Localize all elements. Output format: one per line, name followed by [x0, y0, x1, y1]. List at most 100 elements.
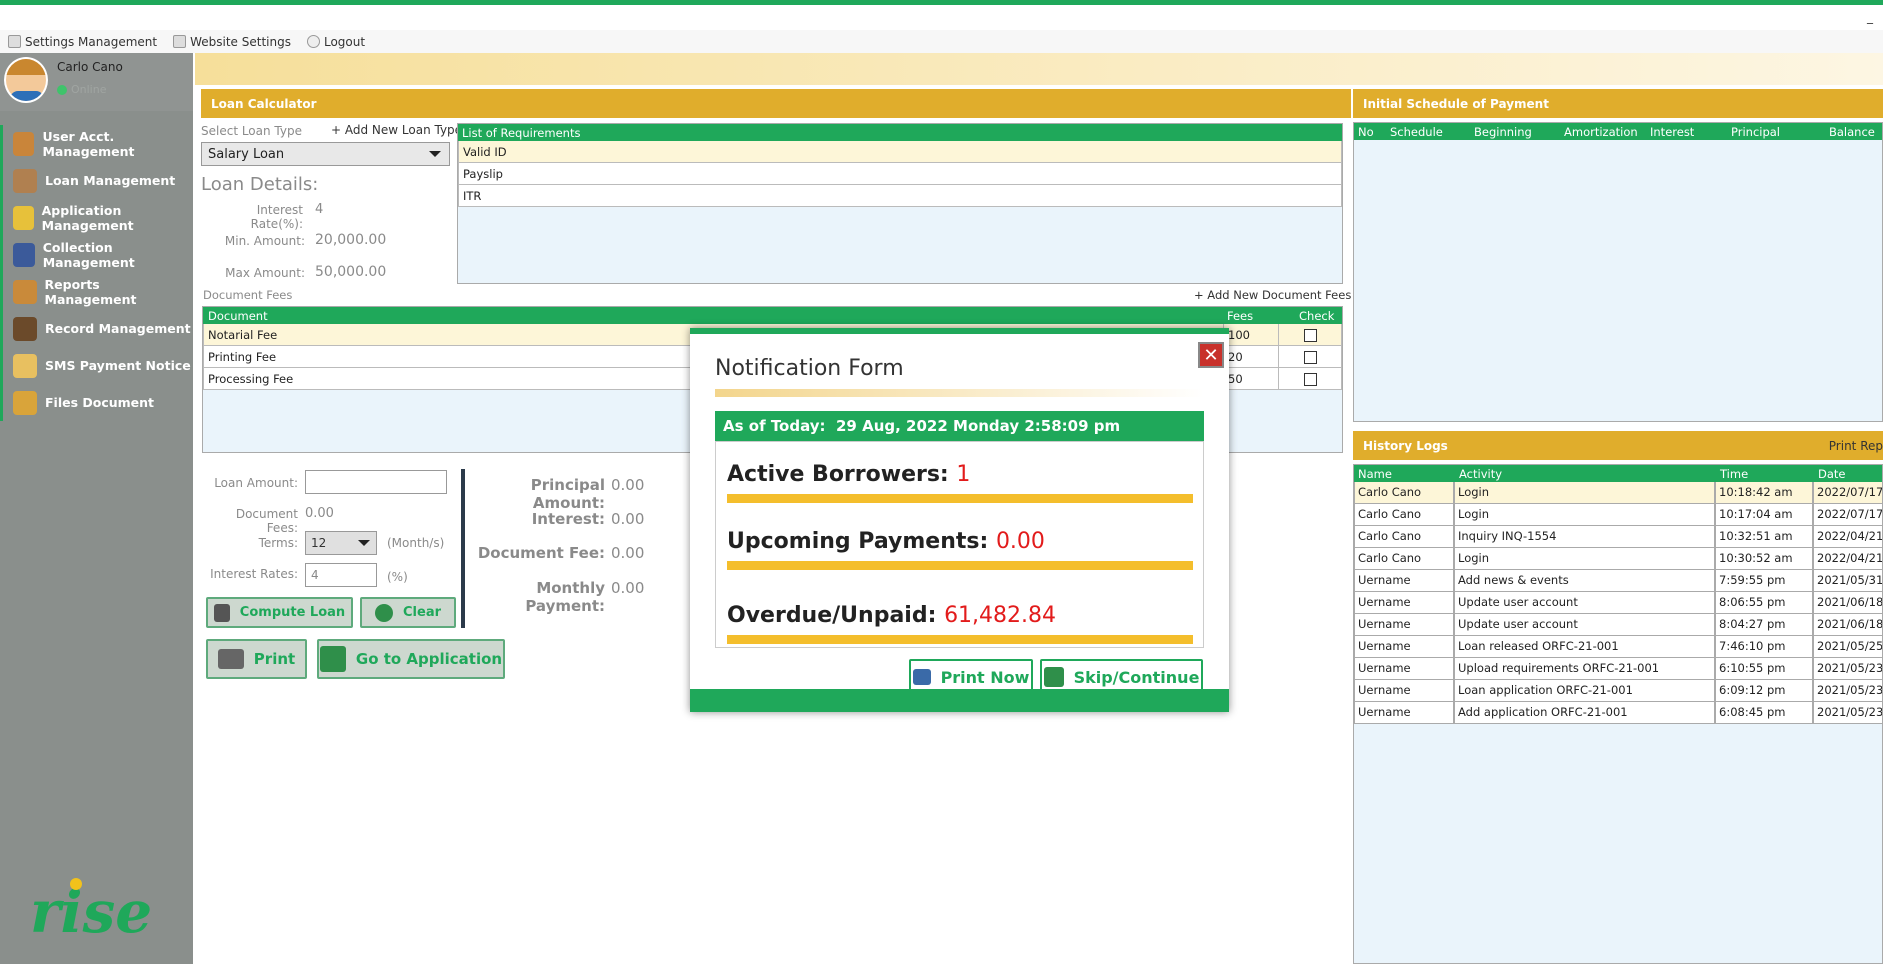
- table-row[interactable]: Uername Add application ORFC-21-001 6:08:4…: [1354, 702, 1882, 724]
- printer-icon: [217, 649, 244, 669]
- history-col-header: Activity: [1459, 466, 1503, 481]
- overdue-unpaid-stat: Overdue/Unpaid: 61,482.84: [727, 603, 1056, 628]
- col-fees: Fees: [1227, 308, 1254, 323]
- sidebar-item-files-document[interactable]: Files Document: [0, 384, 193, 421]
- panel-title: Loan Calculator: [211, 96, 317, 111]
- terms-unit: (Month/s): [387, 536, 445, 550]
- magnifier-icon: [13, 279, 37, 304]
- document-fee: 100: [1228, 327, 1250, 342]
- requirement-item[interactable]: ITR: [458, 185, 1342, 207]
- user-name: Carlo Cano: [57, 60, 123, 74]
- as-of-today-bar: As of Today: 29 Aug, 2022 Monday 2:58:09…: [715, 411, 1204, 441]
- summary-divider: [461, 469, 465, 628]
- sidebar-item-label: Loan Management: [45, 173, 176, 188]
- summary-label: Document Fee:: [477, 544, 605, 562]
- interest-rates-input[interactable]: 4: [305, 563, 377, 587]
- print-report-link[interactable]: Print Rep: [1829, 439, 1883, 453]
- document-name: Notarial Fee: [208, 327, 278, 342]
- close-icon[interactable]: ✕: [1198, 342, 1224, 368]
- chevron-down-icon: [429, 151, 441, 157]
- modal-footer: [690, 689, 1229, 712]
- person-icon: [13, 316, 37, 341]
- document-fees-header: Document Fees Check: [203, 307, 1342, 324]
- history-cell: Carlo Cano: [1354, 504, 1454, 526]
- table-row[interactable]: Uername Update user account 8:04:27 pm 2021…: [1354, 614, 1882, 636]
- table-row[interactable]: Carlo Cano Login 10:18:42 am 2022/07/17: [1354, 482, 1882, 504]
- menu-website-settings[interactable]: Website Settings: [173, 35, 291, 49]
- today-label: As of Today:: [723, 417, 826, 435]
- loan-amount-label: Loan Amount:: [214, 476, 298, 490]
- folder-add-icon: [13, 205, 34, 230]
- history-cell: Update user account: [1454, 614, 1715, 636]
- history-cell: 2022/07/17: [1813, 482, 1882, 504]
- table-row[interactable]: Uername Upload requirements ORFC-21-001 6:…: [1354, 658, 1882, 680]
- schedule-col-header: Beginning: [1474, 124, 1532, 139]
- history-cell: 10:17:04 am: [1715, 504, 1813, 526]
- sidebar-item-loan-management[interactable]: Loan Management: [0, 162, 193, 199]
- stat-label: Upcoming Payments:: [727, 529, 989, 554]
- sidebar-item-reports-management[interactable]: Reports Management: [0, 273, 193, 310]
- sidebar-item-record-management[interactable]: Record Management: [0, 310, 193, 347]
- history-cell: Add news & events: [1454, 570, 1715, 592]
- history-cell: 2021/05/23: [1813, 702, 1882, 724]
- add-document-fees-link[interactable]: + Add New Document Fees: [1194, 288, 1351, 302]
- print-button[interactable]: Print: [206, 639, 307, 679]
- history-cell: Inquiry INQ-1554: [1454, 526, 1715, 548]
- col-check: Check: [1299, 308, 1335, 323]
- table-row[interactable]: Uername Loan released ORFC-21-001 7:46:10 …: [1354, 636, 1882, 658]
- max-amount-value: 50,000.00: [315, 264, 387, 280]
- schedule-col-header: Amortization: [1564, 124, 1638, 139]
- sidebar-item-user-acct-management[interactable]: User Acct. Management: [0, 125, 193, 162]
- summary-value: 0.00: [611, 544, 645, 562]
- table-row[interactable]: Carlo Cano Inquiry INQ-1554 10:32:51 am 202…: [1354, 526, 1882, 548]
- interest-rate-label: Interest Rate(%):: [250, 203, 303, 231]
- history-cell: Login: [1454, 482, 1715, 504]
- table-row[interactable]: Carlo Cano Login 10:17:04 am 2022/07/17: [1354, 504, 1882, 526]
- summary-value: 0.00: [611, 476, 645, 494]
- history-cell: Uername: [1354, 658, 1454, 680]
- sidebar-item-label: Reports Management: [44, 276, 137, 307]
- sidebar-item-application-management[interactable]: Application Management: [0, 199, 193, 236]
- menu-logout[interactable]: Logout: [306, 35, 365, 49]
- table-row[interactable]: Carlo Cano Login 10:30:52 am 2022/04/21: [1354, 548, 1882, 570]
- button-label: Compute Loan: [239, 605, 346, 620]
- compute-loan-button[interactable]: Compute Loan: [206, 597, 353, 628]
- interest-rates-unit: (%): [387, 570, 408, 584]
- go-to-application-button[interactable]: Go to Application: [317, 639, 505, 679]
- sidebar-item-label: Files Document: [45, 395, 155, 410]
- history-cell: Upload requirements ORFC-21-001: [1454, 658, 1715, 680]
- schedule-table-header: No Schedule Beginning Amortization Interest P…: [1354, 123, 1882, 140]
- table-row[interactable]: Uername Update user account 8:06:55 pm 2021…: [1354, 592, 1882, 614]
- history-cell: 6:08:45 pm: [1715, 702, 1813, 724]
- active-borrowers-stat: Active Borrowers: 1: [727, 462, 970, 487]
- history-cell: 10:32:51 am: [1715, 526, 1813, 548]
- history-col-header: Time: [1720, 466, 1749, 481]
- loan-type-select[interactable]: Salary Loan: [201, 142, 450, 166]
- fee-checkbox[interactable]: [1304, 329, 1317, 342]
- table-row[interactable]: Uername Add news & events 7:59:55 pm 2021/0…: [1354, 570, 1882, 592]
- history-cell: 2021/05/31: [1813, 570, 1882, 592]
- top-accent-bar: [0, 0, 1883, 5]
- minimize-button[interactable]: _: [1861, 10, 1879, 24]
- requirement-item[interactable]: Payslip: [458, 163, 1342, 185]
- menu-settings-management[interactable]: Settings Management: [8, 35, 157, 49]
- loan-amount-input[interactable]: [305, 470, 447, 494]
- sidebar-item-sms-payment-notice[interactable]: SMS Payment Notice: [0, 347, 193, 384]
- add-loan-type-link[interactable]: + Add New Loan Type: [331, 123, 462, 137]
- sidebar-item-collection-management[interactable]: Collection Management: [0, 236, 193, 273]
- requirement-item[interactable]: Valid ID: [458, 141, 1342, 163]
- notification-modal: Notification Form ✕ As of Today: 29 Aug,…: [690, 328, 1229, 712]
- terms-select[interactable]: 12: [305, 531, 377, 555]
- header-gradient: [195, 53, 1883, 85]
- stat-value: 61,482.84: [944, 603, 1057, 628]
- table-row[interactable]: Uername Loan application ORFC-21-001 6:09:…: [1354, 680, 1882, 702]
- sidebar-item-label: Collection Management: [42, 239, 135, 270]
- history-cell: Carlo Cano: [1354, 548, 1454, 570]
- clear-button[interactable]: Clear: [360, 597, 456, 628]
- summary-label: Monthly Payment:: [525, 579, 605, 615]
- fee-checkbox[interactable]: [1304, 351, 1317, 364]
- user-status: Online: [57, 83, 106, 96]
- history-cell: 2021/05/25: [1813, 636, 1882, 658]
- fee-checkbox[interactable]: [1304, 373, 1317, 386]
- history-cell: Loan released ORFC-21-001: [1454, 636, 1715, 658]
